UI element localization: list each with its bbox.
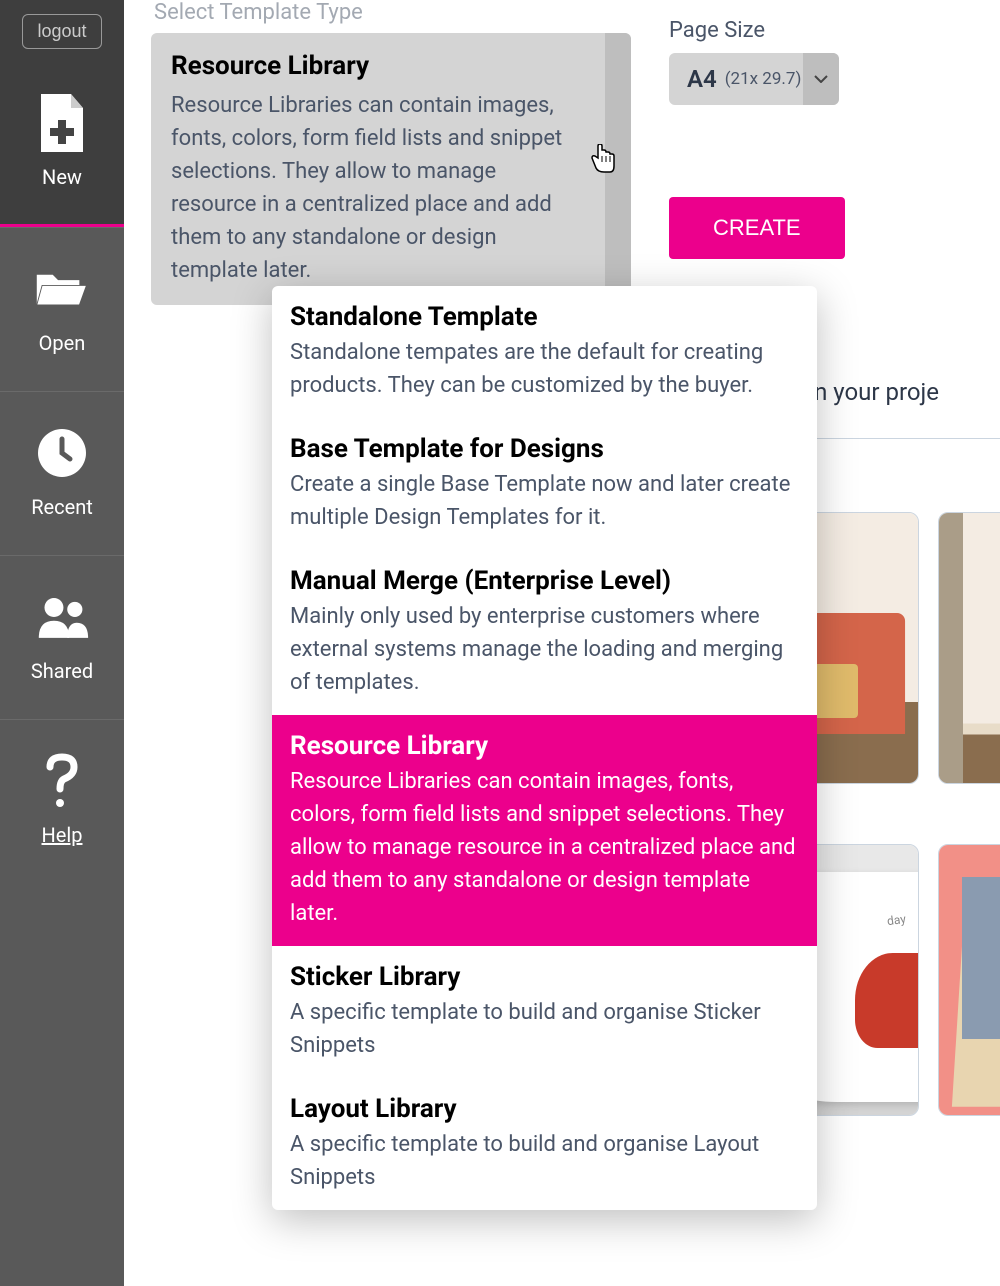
users-icon (35, 593, 90, 641)
product-image (939, 845, 1000, 1115)
nav-label-shared: Shared (31, 659, 93, 683)
nav-label-help: Help (42, 823, 83, 847)
page-size-dimensions: (21x 29.7) (725, 69, 802, 89)
template-type-select[interactable]: Resource Library Resource Libraries can … (151, 33, 631, 305)
option-description: Create a single Base Template now and la… (290, 468, 799, 534)
nav-label-new: New (42, 165, 82, 189)
sidebar: logout New Open Recent (0, 0, 124, 1286)
product-card-puzzle[interactable] (938, 844, 1000, 1116)
new-file-icon (35, 99, 90, 147)
page-size-label: Page Size (669, 18, 839, 43)
nav-label-open: Open (39, 331, 86, 355)
option-description: Standalone tempates are the default for … (290, 336, 799, 402)
dropdown-option-manual-merge[interactable]: Manual Merge (Enterprise Level) Mainly o… (272, 550, 817, 715)
logout-button[interactable]: logout (22, 14, 101, 49)
nav-item-help[interactable]: Help (0, 719, 124, 883)
cursor-pointer-icon (590, 144, 618, 178)
folder-open-icon (35, 265, 90, 313)
option-title: Base Template for Designs (290, 434, 799, 464)
nav-label-recent: Recent (31, 495, 93, 519)
create-button[interactable]: CREATE (669, 197, 845, 259)
option-description: A specific template to build and organis… (290, 996, 799, 1062)
page-size-section: Page Size A4 (21x 29.7) (669, 18, 839, 105)
option-title: Manual Merge (Enterprise Level) (290, 566, 799, 596)
product-card-framed[interactable] (938, 512, 1000, 784)
nav-item-shared[interactable]: Shared (0, 555, 124, 719)
chevron-down-icon (803, 53, 839, 105)
option-title: Layout Library (290, 1094, 799, 1124)
question-icon (35, 757, 90, 805)
option-title: Sticker Library (290, 962, 799, 992)
page-size-select[interactable]: A4 (21x 29.7) (669, 53, 839, 105)
logout-area: logout (0, 0, 124, 63)
nav-item-recent[interactable]: Recent (0, 391, 124, 555)
selected-template-description: Resource Libraries can contain images, f… (171, 89, 611, 287)
nav-item-new[interactable]: New (0, 63, 124, 227)
dropdown-option-layout-library[interactable]: Layout Library A specific template to bu… (272, 1078, 817, 1210)
option-description: A specific template to build and organis… (290, 1128, 799, 1194)
page-size-value: A4 (687, 65, 717, 93)
dropdown-option-base-template[interactable]: Base Template for Designs Create a singl… (272, 418, 817, 550)
template-type-dropdown: Standalone Template Standalone tempates … (272, 286, 817, 1210)
option-description: Resource Libraries can contain images, f… (290, 765, 799, 930)
dropdown-option-resource-library[interactable]: Resource Library Resource Libraries can … (272, 715, 817, 946)
dropdown-option-sticker-library[interactable]: Sticker Library A specific template to b… (272, 946, 817, 1078)
clock-icon (35, 429, 90, 477)
nav-item-open[interactable]: Open (0, 227, 124, 391)
main-content: Select Template Type Resource Library Re… (124, 0, 1000, 1286)
dropdown-option-standalone[interactable]: Standalone Template Standalone tempates … (272, 286, 817, 418)
option-description: Mainly only used by enterprise customers… (290, 600, 799, 699)
product-image (939, 513, 1000, 783)
template-type-label: Select Template Type (154, 0, 1000, 25)
option-title: Resource Library (290, 731, 799, 761)
selected-template-title: Resource Library (171, 51, 611, 81)
option-title: Standalone Template (290, 302, 799, 332)
